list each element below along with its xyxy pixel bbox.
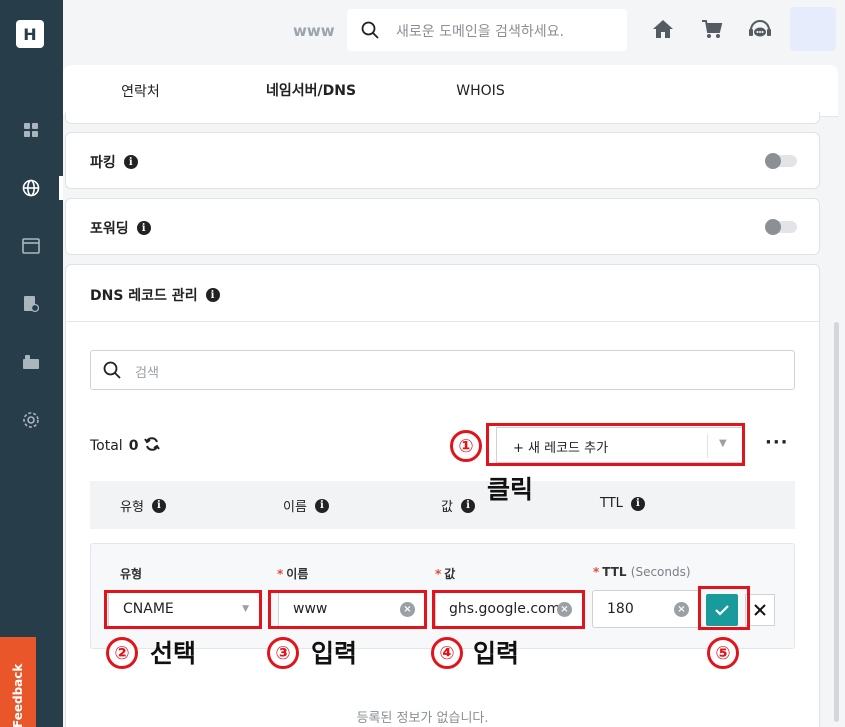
- step-5-marker: ⑤: [707, 637, 739, 669]
- info-icon[interactable]: i: [314, 498, 329, 513]
- name-field-label: * 이름: [277, 567, 309, 581]
- step-3-marker: ③: [267, 637, 299, 669]
- gear-icon[interactable]: [20, 409, 42, 431]
- tab-whois[interactable]: WHOIS: [423, 65, 538, 117]
- highlight-add-record: [486, 423, 745, 466]
- document-check-icon[interactable]: [20, 293, 42, 315]
- scrollbar[interactable]: [834, 322, 839, 722]
- search-placeholder: 검색: [135, 366, 159, 381]
- search-placeholder: 새로운 도메인을 검색하세요.: [396, 24, 564, 40]
- close-icon: [754, 604, 766, 616]
- forwarding-title: 포워딩: [90, 221, 129, 237]
- step-2-text: 선택: [150, 639, 197, 668]
- info-icon[interactable]: i: [123, 155, 138, 169]
- avatar[interactable]: [790, 7, 836, 51]
- step-3-text: 입력: [311, 639, 358, 668]
- table-header: 유형 i 이름 i 값i TTL i: [90, 481, 795, 529]
- step-4-text: 입력: [473, 639, 520, 668]
- info-icon[interactable]: i: [136, 221, 151, 235]
- column-value: 값: [441, 500, 453, 515]
- tab-nameserver-dns[interactable]: 네임서버/DNS: [226, 65, 396, 117]
- column-type: 유형: [120, 500, 144, 515]
- total-count: Total 0: [90, 436, 161, 456]
- id-card-icon[interactable]: [20, 351, 42, 373]
- step-4-marker: ④: [431, 637, 463, 669]
- forwarding-card: 포워딩 i: [65, 198, 820, 255]
- tab-bar: 연락처 네임서버/DNS WHOIS: [63, 65, 838, 117]
- window-icon[interactable]: [20, 235, 42, 257]
- step-1-marker: ①: [450, 430, 482, 462]
- step-1-text: 클릭: [487, 475, 534, 504]
- tab-contacts[interactable]: 연락처: [83, 65, 198, 117]
- app-logo[interactable]: H: [16, 20, 44, 48]
- record-search-input[interactable]: 검색: [90, 350, 795, 390]
- highlight-value: [432, 590, 585, 629]
- value-field-label: * 값: [435, 567, 456, 581]
- parking-toggle[interactable]: [765, 153, 797, 169]
- ttl-field-label: * TTL (Seconds): [593, 565, 691, 579]
- step-2-marker: ②: [106, 637, 138, 669]
- search-icon: [103, 361, 121, 383]
- divider: [66, 321, 819, 322]
- cart-icon[interactable]: [701, 19, 723, 41]
- globe-icon[interactable]: [20, 177, 42, 199]
- empty-message: 등록된 정보가 없습니다.: [356, 711, 489, 726]
- top-bar: www 새로운 도메인을 검색하세요.: [63, 0, 845, 60]
- parking-card: 파킹 i: [65, 132, 820, 189]
- previous-card-edge: [65, 112, 820, 124]
- info-icon[interactable]: i: [151, 498, 166, 513]
- highlight-type: [104, 590, 262, 629]
- info-icon[interactable]: i: [630, 496, 645, 511]
- highlight-name: [268, 590, 427, 629]
- domain-prefix: www: [293, 22, 335, 40]
- highlight-confirm: [698, 586, 750, 630]
- refresh-icon[interactable]: [144, 436, 161, 456]
- sidebar: H Feedback: [0, 0, 63, 727]
- domain-search-input[interactable]: 새로운 도메인을 검색하세요.: [347, 9, 627, 51]
- search-icon: [361, 21, 379, 43]
- total-label: Total: [90, 438, 123, 454]
- column-name: 이름: [283, 500, 307, 515]
- ttl-input[interactable]: 180 ×: [592, 590, 700, 628]
- dashboard-icon[interactable]: [20, 119, 42, 141]
- support-chat-icon[interactable]: [748, 19, 771, 41]
- type-field-label: 유형: [120, 567, 143, 581]
- info-icon[interactable]: i: [460, 498, 475, 513]
- total-value: 0: [128, 438, 139, 454]
- dns-title: DNS 레코드 관리: [90, 288, 198, 304]
- column-ttl: TTL: [600, 496, 623, 511]
- more-options-button[interactable]: ···: [765, 432, 789, 453]
- ttl-value: 180: [607, 601, 634, 617]
- forwarding-toggle[interactable]: [765, 219, 797, 235]
- parking-title: 파킹: [90, 155, 116, 171]
- info-icon[interactable]: i: [205, 288, 220, 302]
- clear-icon[interactable]: ×: [674, 602, 689, 617]
- home-icon[interactable]: [652, 19, 674, 41]
